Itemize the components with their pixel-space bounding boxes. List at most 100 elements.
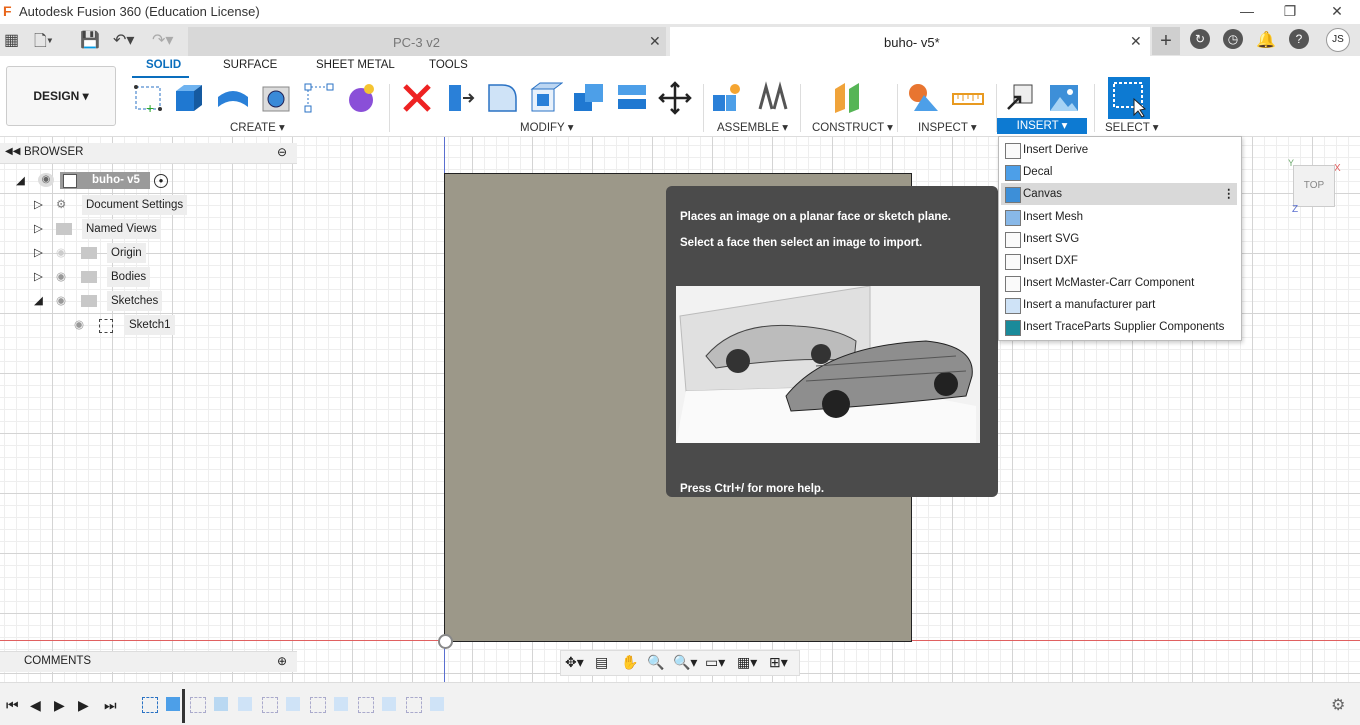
timeline-feature-icon[interactable] — [286, 697, 300, 711]
step-back-icon[interactable]: ◀ — [30, 697, 41, 714]
help-icon[interactable]: ? — [1289, 29, 1309, 49]
menu-item-insert-dxf[interactable]: Insert DXF — [1001, 250, 1237, 272]
split-body-icon[interactable] — [615, 81, 649, 115]
revolve-icon[interactable] — [216, 81, 250, 115]
eye-icon[interactable]: ◉ — [56, 291, 66, 311]
activate-icon[interactable]: ● — [154, 174, 168, 188]
insert-group-label[interactable]: INSERT ▾ — [997, 118, 1087, 134]
menu-item-insert-traceparts[interactable]: Insert TraceParts Supplier Components — [1001, 316, 1237, 338]
browser-item-bodies[interactable]: Bodies — [107, 267, 151, 287]
joint-icon[interactable] — [756, 81, 790, 115]
timeline-sketch-icon[interactable] — [310, 697, 326, 713]
hole-icon[interactable] — [259, 81, 293, 115]
root-component[interactable]: buho- v5 — [60, 172, 150, 189]
timeline-marker[interactable] — [182, 689, 185, 723]
create-sketch-icon[interactable]: + — [132, 81, 166, 115]
file-icon[interactable]: 🗋▾ — [34, 30, 53, 57]
go-to-start-icon[interactable]: ⏮ — [6, 697, 19, 714]
minimize-icon[interactable]: — — [1232, 2, 1262, 22]
tab-close-icon[interactable]: ✕ — [1130, 33, 1142, 50]
timeline-canvas-icon[interactable] — [214, 697, 228, 711]
eye-icon[interactable]: ◉ — [38, 173, 54, 187]
menu-item-insert-mcmaster[interactable]: Insert McMaster-Carr Component — [1001, 272, 1237, 294]
timeline-sketch-icon[interactable] — [190, 697, 206, 713]
expand-icon[interactable]: ▷ — [34, 195, 43, 215]
eye-icon[interactable]: ◉ — [56, 267, 66, 287]
origin-point-icon[interactable] — [438, 634, 453, 649]
delete-icon[interactable] — [400, 81, 434, 115]
construct-group-label[interactable]: CONSTRUCT ▾ — [812, 120, 893, 134]
zoom-window-icon[interactable]: 🔍▾ — [673, 654, 697, 671]
undo-icon[interactable]: ↶▾ — [113, 30, 134, 50]
expand-icon[interactable]: ▷ — [34, 219, 43, 239]
assemble-group-label[interactable]: ASSEMBLE ▾ — [717, 120, 788, 134]
timeline-sketch-icon[interactable] — [142, 697, 158, 713]
timeline-sketch-icon[interactable] — [406, 697, 422, 713]
timeline-sketch-icon[interactable] — [262, 697, 278, 713]
tab-close-icon[interactable]: ✕ — [649, 33, 661, 50]
minimize-panel-icon[interactable]: ⊖ — [277, 145, 287, 159]
timeline-extrude-icon[interactable] — [166, 697, 180, 711]
modify-group-label[interactable]: MODIFY ▾ — [520, 120, 573, 134]
look-at-icon[interactable]: ▤ — [595, 654, 608, 671]
apps-grid-icon[interactable]: ▦ — [4, 30, 19, 50]
eye-hidden-icon[interactable]: ◉ — [56, 243, 66, 263]
expand-icon[interactable]: ▷ — [34, 243, 43, 263]
orbit-icon[interactable]: ✥▾ — [565, 654, 584, 671]
tab-buho[interactable]: buho- v5* ✕ — [670, 27, 1150, 56]
select-icon[interactable] — [1108, 77, 1150, 119]
maximize-icon[interactable]: ❐ — [1275, 2, 1305, 22]
measure-shapes-icon[interactable] — [906, 81, 940, 115]
extrude-icon[interactable] — [172, 81, 206, 115]
press-pull-icon[interactable] — [443, 81, 477, 115]
tab-sheet-metal[interactable]: SHEET METAL — [316, 59, 395, 71]
job-status-icon[interactable]: ↻ — [1190, 29, 1210, 49]
timeline-feature-icon[interactable] — [334, 697, 348, 711]
shell-icon[interactable] — [529, 81, 563, 115]
browser-item-sketches[interactable]: Sketches — [107, 291, 163, 311]
save-icon[interactable]: 💾 — [80, 30, 100, 50]
timeline-sketch-icon[interactable] — [358, 697, 374, 713]
tab-solid[interactable]: SOLID — [146, 59, 181, 71]
root-expand-icon[interactable]: ◢ — [16, 171, 25, 191]
eye-icon[interactable]: ◉ — [74, 315, 84, 335]
tab-tools[interactable]: TOOLS — [429, 59, 468, 71]
combine-icon[interactable] — [572, 81, 606, 115]
menu-item-insert-svg[interactable]: Insert SVG — [1001, 228, 1237, 250]
workspace-switcher-button[interactable]: DESIGN ▾ — [6, 66, 116, 126]
menu-item-decal[interactable]: Decal — [1001, 161, 1237, 183]
new-component-icon[interactable] — [711, 81, 745, 115]
viewcube[interactable]: TOP — [1293, 165, 1335, 207]
grid-snaps-icon[interactable]: ▦▾ — [737, 654, 757, 671]
timeline-feature-icon[interactable] — [382, 697, 396, 711]
add-comment-icon[interactable]: ⊕ — [277, 654, 287, 668]
zoom-icon[interactable]: 🔍 — [647, 654, 664, 671]
menu-item-canvas[interactable]: Canvas ⋮ — [1001, 183, 1237, 205]
offset-plane-icon[interactable] — [831, 81, 865, 115]
browser-item-origin[interactable]: Origin — [107, 243, 146, 263]
viewports-icon[interactable]: ⊞▾ — [769, 654, 788, 671]
pattern-icon[interactable] — [302, 81, 336, 115]
browser-item-document-settings[interactable]: Document Settings — [82, 195, 188, 215]
insert-derive-icon[interactable] — [1004, 81, 1038, 115]
browser-item-named-views[interactable]: Named Views — [82, 219, 161, 239]
insert-canvas-icon[interactable] — [1047, 81, 1081, 115]
collapse-icon[interactable]: ◢ — [34, 291, 43, 311]
fillet-icon[interactable] — [486, 81, 520, 115]
pan-icon[interactable]: ✋ — [621, 654, 638, 671]
play-icon[interactable]: ▶ — [54, 697, 65, 714]
notification-icon[interactable]: 🔔 — [1256, 30, 1276, 50]
expand-icon[interactable]: ▷ — [34, 267, 43, 287]
redo-icon[interactable]: ↷▾ — [152, 30, 173, 50]
measure-icon[interactable] — [951, 81, 985, 115]
clock-icon[interactable]: ◷ — [1223, 29, 1243, 49]
tab-surface[interactable]: SURFACE — [223, 59, 277, 71]
tab-pc-3[interactable]: PC-3 v2 ✕ — [188, 27, 666, 56]
move-copy-icon[interactable] — [658, 81, 692, 115]
menu-item-insert-derive[interactable]: Insert Derive — [1001, 139, 1237, 161]
timeline-feature-icon[interactable] — [238, 697, 252, 711]
menu-item-insert-mesh[interactable]: Insert Mesh — [1001, 206, 1237, 228]
more-options-icon[interactable]: ⋮ — [1223, 183, 1235, 205]
browser-item-sketch1[interactable]: Sketch1 — [125, 315, 175, 335]
close-icon[interactable]: ✕ — [1322, 2, 1352, 22]
